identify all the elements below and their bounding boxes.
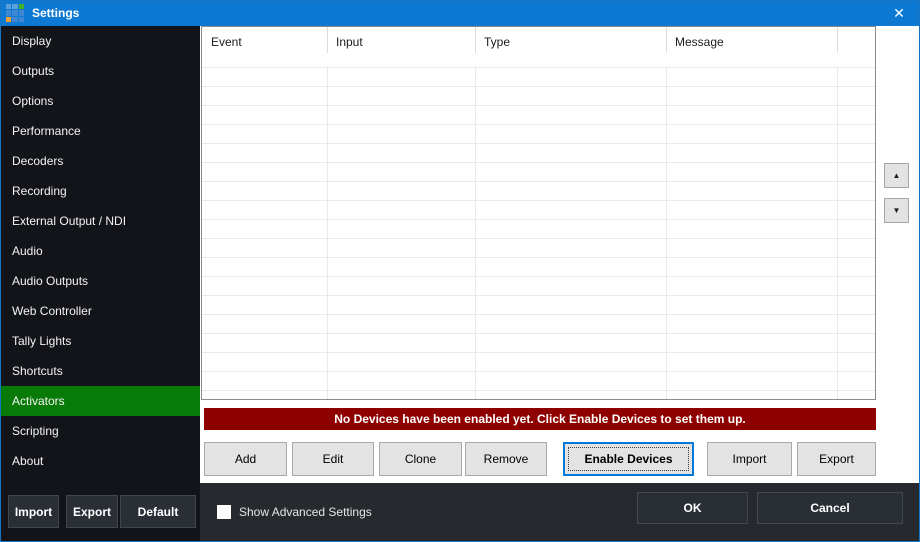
sidebar-item-scripting[interactable]: Scripting [0,416,200,446]
column-header-event[interactable]: Event [202,27,327,67]
sidebar: Display Outputs Options Performance Deco… [0,26,200,542]
settings-export-button[interactable]: Export [66,495,118,528]
header-separator [475,27,476,53]
arrow-down-icon: ▼ [893,206,901,215]
sidebar-item-activators[interactable]: Activators [0,386,200,416]
activators-table: Event Input Type Message [201,26,876,400]
export-button[interactable]: Export [797,442,876,476]
show-advanced-label: Show Advanced Settings [239,499,372,525]
titlebar[interactable]: Settings ✕ [0,0,920,26]
move-down-button[interactable]: ▼ [884,198,909,223]
event-list-empty[interactable] [202,67,875,399]
show-advanced-checkbox[interactable] [217,505,231,519]
column-header-type[interactable]: Type [475,27,666,67]
sidebar-item-shortcuts[interactable]: Shortcuts [0,356,200,386]
remove-button[interactable]: Remove [465,442,547,476]
header-separator [327,27,328,53]
close-button[interactable]: ✕ [882,0,916,26]
column-header-input[interactable]: Input [327,27,475,67]
sidebar-item-about[interactable]: About [0,446,200,476]
sidebar-item-audio[interactable]: Audio [0,236,200,266]
sidebar-item-audio-outputs[interactable]: Audio Outputs [0,266,200,296]
settings-default-button[interactable]: Default [120,495,196,528]
column-gridline [327,67,328,399]
sidebar-item-external-output-ndi[interactable]: External Output / NDI [0,206,200,236]
sidebar-item-decoders[interactable]: Decoders [0,146,200,176]
add-button[interactable]: Add [204,442,287,476]
cancel-button[interactable]: Cancel [757,492,903,524]
sidebar-item-display[interactable]: Display [0,26,200,56]
app-icon [6,4,24,22]
sidebar-item-outputs[interactable]: Outputs [0,56,200,86]
clone-button[interactable]: Clone [379,442,462,476]
close-icon: ✕ [893,5,905,22]
column-header-filler [837,27,875,67]
ok-button[interactable]: OK [637,492,748,524]
sidebar-item-web-controller[interactable]: Web Controller [0,296,200,326]
import-button[interactable]: Import [707,442,792,476]
arrow-up-icon: ▲ [893,171,901,180]
edit-button[interactable]: Edit [292,442,374,476]
settings-window: Settings ✕ Display Outputs Options Perfo… [0,0,920,542]
header-separator [837,27,838,53]
settings-import-button[interactable]: Import [8,495,59,528]
sidebar-item-options[interactable]: Options [0,86,200,116]
sidebar-item-tally-lights[interactable]: Tally Lights [0,326,200,356]
no-devices-banner: No Devices have been enabled yet. Click … [204,408,876,430]
column-header-message[interactable]: Message [666,27,837,67]
column-gridline [837,67,838,399]
table-header: Event Input Type Message [202,27,875,67]
column-gridline [475,67,476,399]
header-separator [666,27,667,53]
column-gridline [666,67,667,399]
sidebar-item-recording[interactable]: Recording [0,176,200,206]
enable-devices-button[interactable]: Enable Devices [563,442,694,476]
sidebar-item-performance[interactable]: Performance [0,116,200,146]
move-up-button[interactable]: ▲ [884,163,909,188]
window-title: Settings [32,0,79,26]
